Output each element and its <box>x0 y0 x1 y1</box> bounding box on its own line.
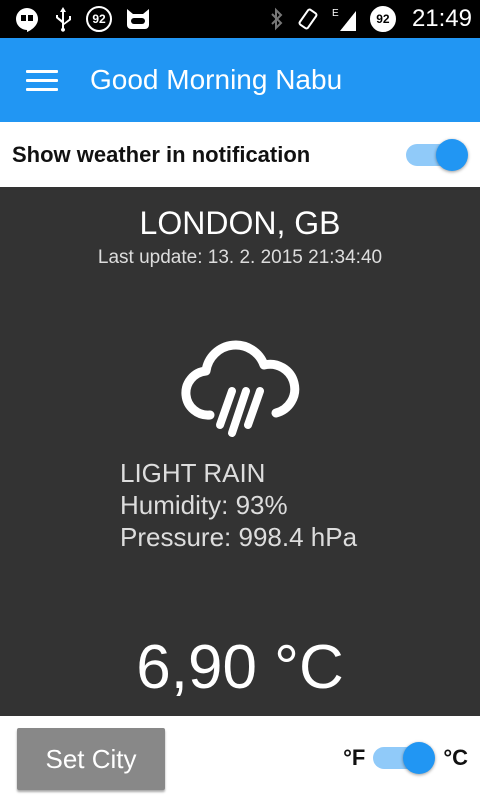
status-bar-right: E 92 21:49 <box>270 5 472 33</box>
toggle-thumb <box>403 742 436 774</box>
app-bar: Good Morning Nabu <box>0 38 480 122</box>
battery-icon: 92 <box>369 6 396 32</box>
signal-icon: E <box>332 7 358 31</box>
bluetooth-icon <box>270 7 284 31</box>
svg-text:E: E <box>332 8 339 19</box>
notification-count-icon: 92 <box>86 6 112 32</box>
rain-cloud-icon <box>181 340 300 437</box>
hangouts-icon <box>14 6 40 32</box>
unit-toggle-group: °F °C <box>343 738 468 778</box>
notification-toggle[interactable] <box>406 135 468 175</box>
clock: 21:49 <box>411 5 472 32</box>
last-update: Last update: 13. 2. 2015 21:34:40 <box>97 247 383 268</box>
humidity: Humidity: 93% <box>120 490 288 520</box>
hamburger-menu-icon <box>26 69 58 91</box>
status-bar-left: 92 <box>14 6 152 32</box>
status-bar: 92 E 92 21:49 <box>0 0 480 38</box>
notification-setting-label: Show weather in notification <box>12 141 311 167</box>
bottom-bar: Set City °F °C <box>0 716 480 800</box>
weather-panel: LONDON, GB Last update: 13. 2. 2015 21:3… <box>0 187 480 716</box>
cyanogen-icon <box>124 7 152 31</box>
toggle-thumb <box>436 138 468 171</box>
unit-toggle[interactable] <box>373 738 436 778</box>
weather-condition: LIGHT RAIN <box>120 458 266 488</box>
temperature: 6,90 °C <box>136 633 344 702</box>
weather-details: LIGHT RAIN Humidity: 93% Pressure: 998.4… <box>120 457 357 553</box>
notification-setting-row: Show weather in notification <box>0 122 480 187</box>
fahrenheit-label: °F <box>343 745 366 770</box>
usb-icon <box>52 6 74 32</box>
city-name: LONDON, GB <box>139 205 341 241</box>
vibrate-icon <box>296 7 320 31</box>
menu-button[interactable] <box>0 38 84 122</box>
app-title: Good Morning Nabu <box>90 64 343 95</box>
pressure: Pressure: 998.4 hPa <box>120 522 358 552</box>
set-city-button[interactable]: Set City <box>17 728 165 790</box>
celsius-label: °C <box>443 745 468 770</box>
